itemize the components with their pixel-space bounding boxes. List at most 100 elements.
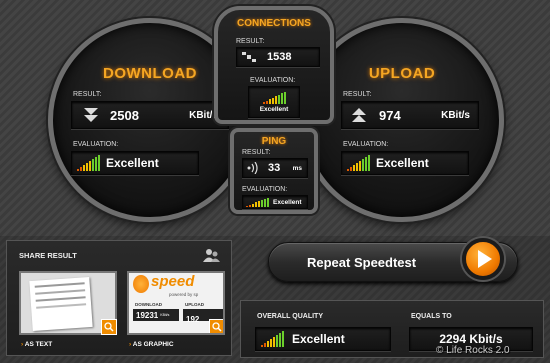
ping-title: PING [261,136,287,147]
upload-value: 974 [379,107,401,123]
equals-to-label: EQUALS TO [411,313,452,320]
signal-bar [274,95,277,104]
share-panel: SHARE RESULT › AS TEXT speed powered by … [6,240,232,356]
signal-bar [89,161,91,171]
signal-bar [83,165,85,171]
speedtest-tagline: powered by sp [169,292,199,297]
text-document-preview [29,276,93,332]
signal-bar [273,337,275,347]
share-as-text-link[interactable]: › AS TEXT [21,341,52,348]
graphic-upload-value: 192 [186,315,200,324]
play-icon[interactable] [462,238,504,280]
share-as-text-label: AS TEXT [24,341,53,348]
connections-value: 1538 [267,51,292,63]
share-as-graphic-label: AS GRAPHIC [132,341,174,348]
signal-bar [261,345,263,347]
watermark: © Life Rocks 2.0 [436,345,510,356]
signal-bar [77,169,79,171]
signal-bar [261,199,263,207]
signal-bar [249,204,251,207]
graphic-download-value: 19231 [136,310,159,320]
signal-bar [86,163,88,171]
connections-result-box: 1538 [236,47,320,67]
signal-bar [95,157,97,171]
signal-bar [347,169,349,171]
download-arrow-icon [84,108,98,122]
signal-bar [282,331,284,347]
signal-bar [264,343,266,347]
upload-unit: KBit/s [441,109,470,121]
equals-to-value: 2294 Kbit/s [439,332,503,346]
share-as-text-thumbnail[interactable] [19,271,117,335]
ping-unit: ms [292,164,302,172]
signal-bar [80,167,82,171]
signal-bar [268,98,271,104]
ping-result-box: 33 ms [242,158,308,178]
speedtest-logo: speed [151,273,195,290]
text-zoom-icon [101,319,117,335]
signal-bar [252,203,254,207]
signal-bar [267,341,269,347]
signal-bar [350,167,352,171]
connections-evaluation-label: EVALUATION: [250,77,296,84]
signal-bar [280,92,283,104]
ping-evaluation-label: EVALUATION: [242,186,288,193]
connections-signal-icon [262,91,286,104]
signal-bar [368,155,370,171]
download-signal-icon [77,155,100,171]
signal-bar [92,159,94,171]
signal-bar [246,205,248,207]
connections-evaluation-box: Excellent [248,86,300,118]
ping-value: 33 [268,162,281,174]
upload-result-label: RESULT: [343,91,372,98]
upload-result-box: 974 KBit/s [341,101,479,129]
signal-bar [353,165,355,171]
signal-bar [265,100,268,104]
download-result-label: RESULT: [73,91,102,98]
graphic-download-box: 19231 KBit/s [133,309,179,321]
connections-evaluation-value: Excellent [259,105,289,113]
share-as-graphic-thumbnail[interactable]: speed powered by sp DOWNLOAD UPLOAD 1923… [127,271,225,335]
as-graphic-arrow-icon: › [129,341,132,348]
graphic-upload-label: UPLOAD [185,302,204,307]
connections-title: CONNECTIONS [237,18,311,29]
signal-bar [271,97,274,104]
ping-evaluation-value: Excellent [273,198,302,206]
ping-evaluation-box: Excellent [242,195,308,209]
connections-result-label: RESULT: [236,38,265,45]
signal-bar [98,155,100,171]
signal-bar [277,94,280,104]
ping-evaluation-signal-icon [246,197,269,207]
signal-bar [267,197,269,207]
signal-bar [270,339,272,347]
ping-result-label: RESULT: [242,149,271,156]
overall-signal-icon [261,331,284,347]
signal-bar [255,201,257,207]
graphic-download-unit: KBit/s [160,313,170,317]
share-as-graphic-link[interactable]: › AS GRAPHIC [129,341,174,348]
connections-panel: CONNECTIONS RESULT: 1538 EVALUATION: Exc… [214,6,334,124]
graphic-zoom-icon [209,319,223,333]
signal-bar [258,200,260,207]
signal-bar [359,161,361,171]
overall-quality-label: OVERALL QUALITY [257,313,323,320]
signal-bar [356,163,358,171]
download-evaluation-value: Excellent [106,156,159,170]
overall-quality-box: Excellent [255,327,391,351]
download-result-box: 2508 KBit/s [71,101,229,129]
upload-arrow-icon [352,108,366,122]
share-title: SHARE RESULT [19,251,77,260]
signal-bar [262,101,265,104]
download-evaluation-label: EVALUATION: [73,141,119,148]
download-evaluation-box: Excellent [71,151,199,175]
signal-bar [365,157,367,171]
upload-title: UPLOAD [368,65,436,82]
upload-signal-icon [347,155,370,171]
repeat-speedtest-label: Repeat Speedtest [307,255,417,270]
speedtest-logo-badge [133,275,149,293]
graphic-download-label: DOWNLOAD [135,302,162,307]
upload-evaluation-value: Excellent [376,156,429,170]
share-users-icon[interactable] [203,248,221,262]
signal-bar [279,333,281,347]
ping-signal-icon [247,162,258,174]
